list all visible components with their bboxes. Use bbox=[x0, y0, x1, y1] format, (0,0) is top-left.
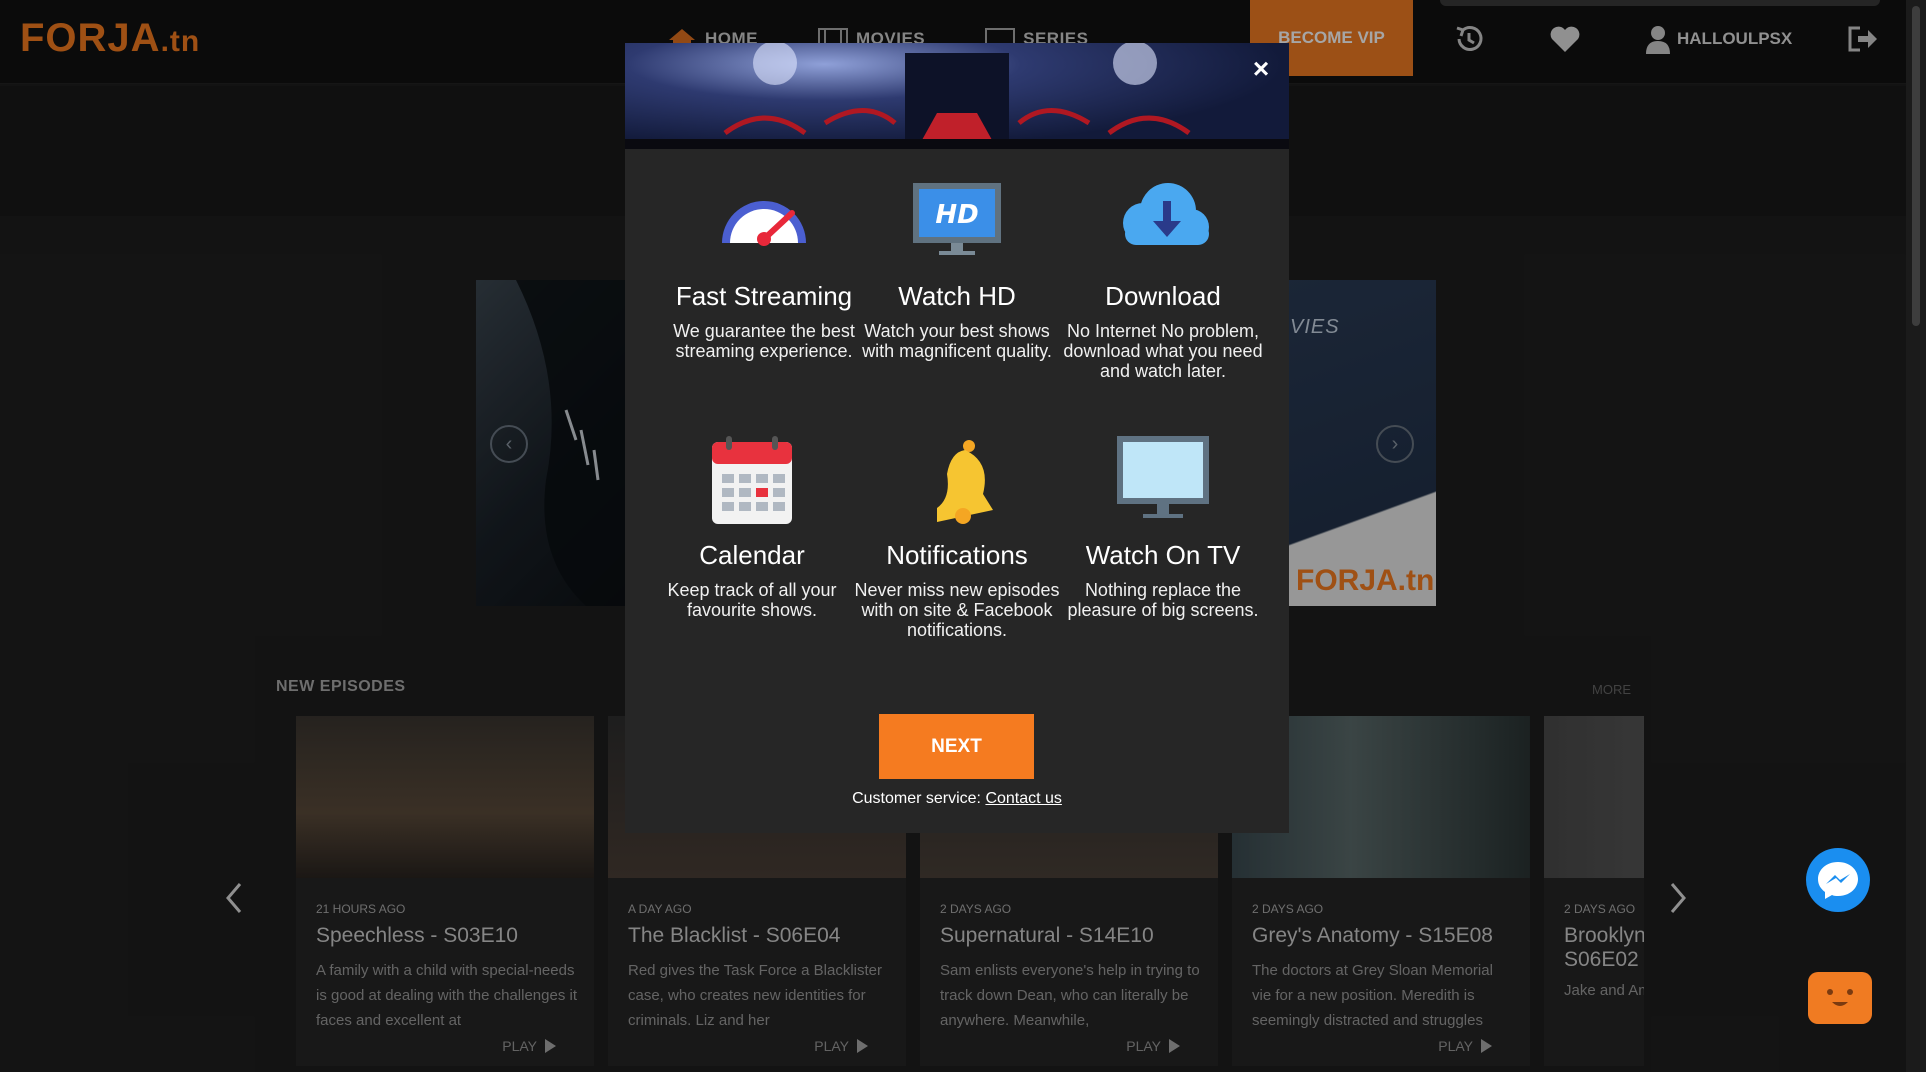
bell-icon bbox=[937, 440, 993, 524]
customer-service-label: Customer service: bbox=[852, 790, 981, 807]
feature-calendar: Calendar Keep track of all your favourit… bbox=[649, 432, 855, 632]
next-button[interactable]: NEXT bbox=[879, 714, 1034, 779]
feature-watch-on-tv: Watch On TV Nothing replace the pleasure… bbox=[1060, 432, 1266, 632]
feature-desc: Never miss new episodes with on site & F… bbox=[854, 580, 1060, 640]
modal-hero-image bbox=[625, 43, 1289, 149]
chatbot-button[interactable] bbox=[1808, 972, 1872, 1024]
customer-service-line: Customer service: Contact us bbox=[625, 790, 1289, 808]
feature-desc: No Internet No problem, download what yo… bbox=[1063, 321, 1263, 381]
messenger-chat-button[interactable] bbox=[1806, 848, 1870, 912]
modal-close-button[interactable]: × bbox=[1247, 55, 1275, 83]
svg-text:HD: HD bbox=[935, 200, 978, 230]
feature-desc: Watch your best shows with magnificent q… bbox=[862, 321, 1052, 361]
feature-desc: Keep track of all your favourite shows. bbox=[667, 580, 837, 620]
vip-features-modal: × Fast Streaming We guarantee the best s… bbox=[625, 43, 1289, 833]
messenger-icon bbox=[1818, 862, 1858, 899]
cloud-download-icon bbox=[1123, 183, 1209, 245]
scrollbar-thumb[interactable] bbox=[1912, 6, 1920, 326]
chatbot-face-icon bbox=[1827, 989, 1853, 1006]
feature-watch-hd: HD Watch HD Watch your best shows with m… bbox=[854, 173, 1060, 373]
feature-download: Download No Internet No problem, downloa… bbox=[1060, 173, 1266, 381]
calendar-icon bbox=[712, 436, 792, 524]
red-carpet-art bbox=[625, 43, 1289, 149]
feature-title: Watch On TV bbox=[1085, 540, 1241, 570]
contact-us-link[interactable]: Contact us bbox=[985, 790, 1061, 807]
feature-notifications: Notifications Never miss new episodes wi… bbox=[854, 432, 1060, 652]
speedometer-icon bbox=[722, 201, 806, 246]
feature-title: Download bbox=[1105, 281, 1221, 311]
feature-desc: Nothing replace the pleasure of big scre… bbox=[1067, 580, 1259, 620]
feature-desc: We guarantee the best streaming experien… bbox=[673, 321, 855, 361]
page-scrollbar[interactable] bbox=[1906, 0, 1926, 1072]
feature-fast-streaming: Fast Streaming We guarantee the best str… bbox=[661, 173, 867, 373]
hd-monitor-icon: HD bbox=[913, 183, 1001, 255]
tv-screen-icon bbox=[1117, 436, 1209, 518]
